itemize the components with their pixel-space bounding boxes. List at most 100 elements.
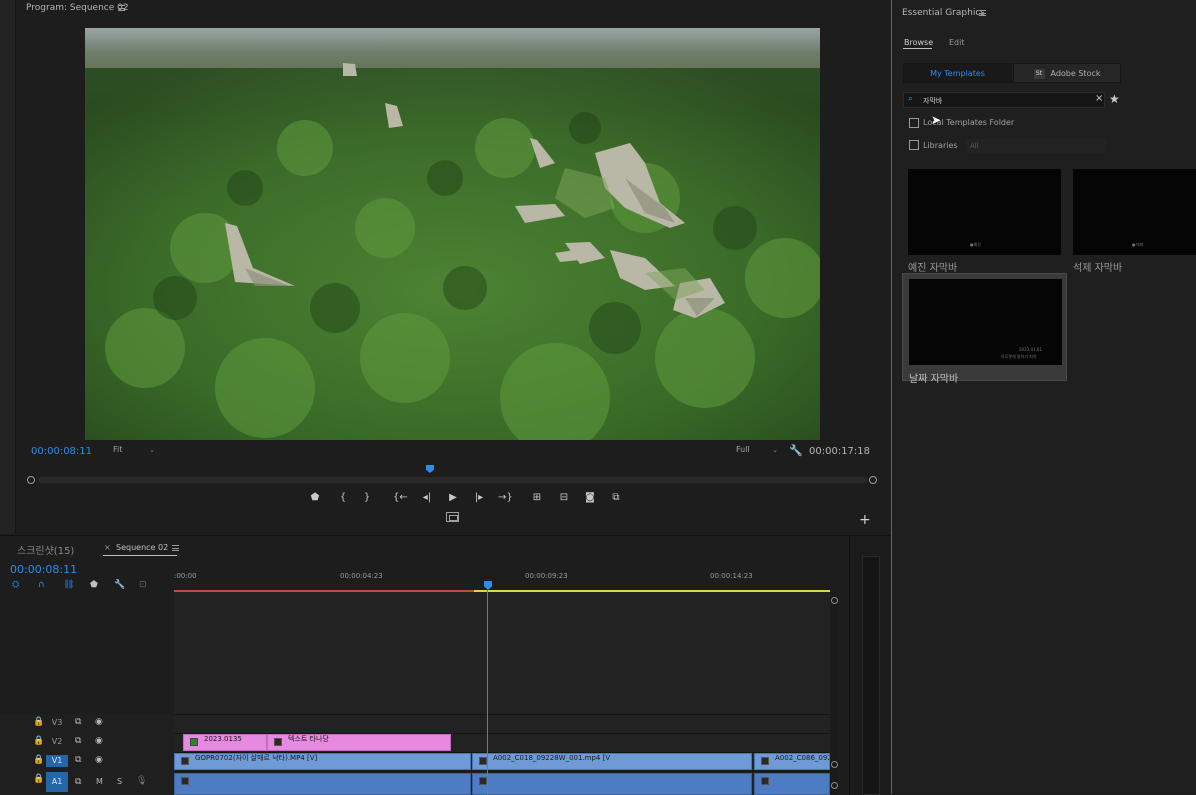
timeline-settings-wrench-icon[interactable]: 🔧	[114, 580, 125, 590]
step-back-button[interactable]: ◂|	[420, 492, 434, 503]
essential-graphics-panel: Essential Graphics Browse Edit My Templa…	[891, 0, 1196, 794]
step-forward-button[interactable]: |▸	[472, 492, 486, 503]
sync-lock-icon[interactable]: ⧉	[75, 755, 81, 765]
snap-magnet-icon[interactable]: ∩	[38, 580, 45, 590]
ruler-label: 00:00:04:23	[340, 572, 383, 580]
audio-clip[interactable]	[472, 773, 752, 795]
track-lock-icon[interactable]: 🔒	[33, 717, 44, 727]
nest-sequence-icon[interactable]: ⛭	[12, 580, 19, 590]
template-thumbnail-caption: ●예진	[970, 242, 981, 247]
adobe-stock-icon: St	[1033, 68, 1045, 79]
mark-in-button[interactable]: {	[336, 492, 350, 503]
close-tab-icon[interactable]: ×	[104, 543, 111, 552]
scrollbar-handle[interactable]	[831, 761, 838, 768]
sync-lock-icon[interactable]: ⧉	[75, 777, 81, 787]
track-name[interactable]: V2	[46, 737, 68, 746]
video-clip[interactable]: A002_C018_09228W_001.mp4 [V	[472, 753, 752, 770]
program-monitor-title[interactable]: Program: Sequence 02	[26, 3, 129, 13]
add-marker-icon[interactable]: ⬟	[90, 580, 98, 590]
timeline-current-timecode[interactable]: 00:00:08:11	[10, 563, 77, 576]
track-row-v2[interactable]: 2023.0135 텍스트 타나당	[174, 733, 830, 752]
template-thumbnail: 2023.01.01 아무렇게 말하기 자막	[909, 279, 1062, 365]
track-row-v3[interactable]	[174, 714, 830, 733]
go-to-in-button[interactable]: {←	[393, 492, 408, 503]
active-tab-underline	[103, 555, 177, 556]
panel-menu-icon[interactable]	[118, 5, 125, 11]
export-frame-camera-icon[interactable]: ◙	[583, 492, 597, 503]
ruler-label: 00:00:14:23	[710, 572, 753, 580]
sequence-duration-timecode: 00:00:17:18	[809, 446, 871, 457]
toggle-output-eye-icon[interactable]: ◉	[95, 736, 103, 746]
panel-menu-icon[interactable]	[172, 545, 179, 551]
lift-button[interactable]: ⊞	[530, 492, 544, 503]
libraries-select[interactable]: All	[965, 139, 1107, 153]
essential-graphics-title[interactable]: Essential Graphics	[902, 8, 985, 18]
button-editor-plus-icon[interactable]: +	[859, 512, 871, 528]
clear-search-icon[interactable]: ×	[1095, 93, 1103, 104]
scrollbar-handle[interactable]	[831, 597, 838, 604]
comparison-view-button[interactable]: ⧉	[609, 492, 623, 503]
favorites-star-icon[interactable]: ★	[1109, 92, 1120, 106]
ruler-label: 00:00:09:23	[525, 572, 568, 580]
zoom-fit-value: Fit	[113, 445, 123, 454]
graphic-clip[interactable]: 2023.0135	[183, 734, 267, 751]
track-lock-icon[interactable]: 🔒	[33, 755, 44, 765]
sync-lock-icon[interactable]: ⧉	[75, 717, 81, 727]
go-to-out-button[interactable]: →}	[498, 492, 513, 503]
template-label: 날짜 자막바	[909, 374, 959, 385]
tab-edit[interactable]: Edit	[949, 38, 965, 47]
my-templates-tab[interactable]: My Templates	[903, 63, 1012, 83]
linked-selection-icon[interactable]: ⛓	[63, 580, 74, 590]
video-clip[interactable]: GOPR0702(자이 살매르 낙타).MP4 [V]	[174, 753, 471, 770]
toggle-output-eye-icon[interactable]: ◉	[95, 717, 103, 727]
voice-over-mic-icon[interactable]: 🎙	[136, 776, 147, 786]
sync-lock-icon[interactable]: ⧉	[75, 736, 81, 746]
track-lock-icon[interactable]: 🔒	[33, 736, 44, 746]
clip-label: A002_C086_0922	[775, 754, 829, 762]
fx-badge-icon	[479, 777, 487, 785]
settings-wrench-icon[interactable]: 🔧	[789, 444, 803, 457]
track-row-a1[interactable]	[174, 771, 830, 795]
track-name-targeted[interactable]: V1	[46, 755, 68, 767]
program-current-timecode[interactable]: 00:00:08:11	[31, 446, 92, 457]
program-scrub-bar[interactable]	[38, 477, 867, 483]
graphic-clip[interactable]: 텍스트 타나당	[267, 734, 451, 751]
tab-project-screenshots[interactable]: 스크린샷(15)	[17, 542, 74, 557]
track-row-v1[interactable]: GOPR0702(자이 살매르 낙타).MP4 [V] A002_C018_09…	[174, 752, 830, 771]
captions-icon[interactable]: ⊡	[139, 580, 147, 590]
clip-label: A002_C018_09228W_001.mp4 [V	[493, 754, 611, 762]
template-item-selected[interactable]: 2023.01.01 아무렇게 말하기 자막 날짜 자막바	[902, 273, 1067, 385]
panel-menu-icon[interactable]	[979, 10, 986, 16]
playback-resolution-dropdown[interactable]: Full ⌄	[736, 445, 780, 457]
template-item[interactable]: 2023.01.01 아무렇게 말하기 자막 날짜 자막바	[909, 279, 1062, 385]
scrub-end-handle[interactable]	[869, 476, 877, 484]
program-playhead[interactable]	[426, 465, 434, 473]
template-search-box[interactable]: ⌕ ×	[903, 92, 1105, 108]
toggle-output-eye-icon[interactable]: ◉	[95, 755, 103, 765]
template-thumbnail-caption: ●석제	[1132, 242, 1143, 247]
safe-margins-button[interactable]	[446, 512, 459, 522]
libraries-checkbox[interactable]	[909, 140, 919, 150]
scrollbar-handle[interactable]	[831, 782, 838, 789]
local-templates-checkbox[interactable]	[909, 118, 919, 128]
template-item[interactable]: ●예진 예진 자막바	[908, 169, 1061, 274]
search-input[interactable]	[923, 95, 1083, 106]
mute-button[interactable]: M	[96, 777, 103, 786]
audio-clip[interactable]	[174, 773, 471, 795]
extract-button[interactable]: ⊟	[557, 492, 571, 503]
video-clip[interactable]: A002_C086_0922	[754, 753, 830, 770]
audio-clip[interactable]	[754, 773, 830, 795]
add-marker-button[interactable]: ⬟	[308, 492, 322, 503]
zoom-fit-dropdown[interactable]: Fit ⌄	[113, 445, 157, 457]
template-item[interactable]: ●석제 석제 자막바	[1073, 169, 1196, 274]
solo-button[interactable]: S	[117, 777, 122, 786]
tab-sequence-02[interactable]: Sequence 02	[116, 543, 168, 552]
adobe-stock-tab[interactable]: St Adobe Stock	[1013, 63, 1121, 83]
track-name[interactable]: V3	[46, 718, 68, 727]
track-name-targeted[interactable]: A1	[46, 772, 68, 792]
scrub-start-handle[interactable]	[27, 476, 35, 484]
play-button[interactable]: ▶	[446, 492, 460, 503]
mark-out-button[interactable]: }	[360, 492, 374, 503]
track-lock-icon[interactable]: 🔒	[33, 774, 44, 784]
tab-browse[interactable]: Browse	[904, 38, 933, 47]
